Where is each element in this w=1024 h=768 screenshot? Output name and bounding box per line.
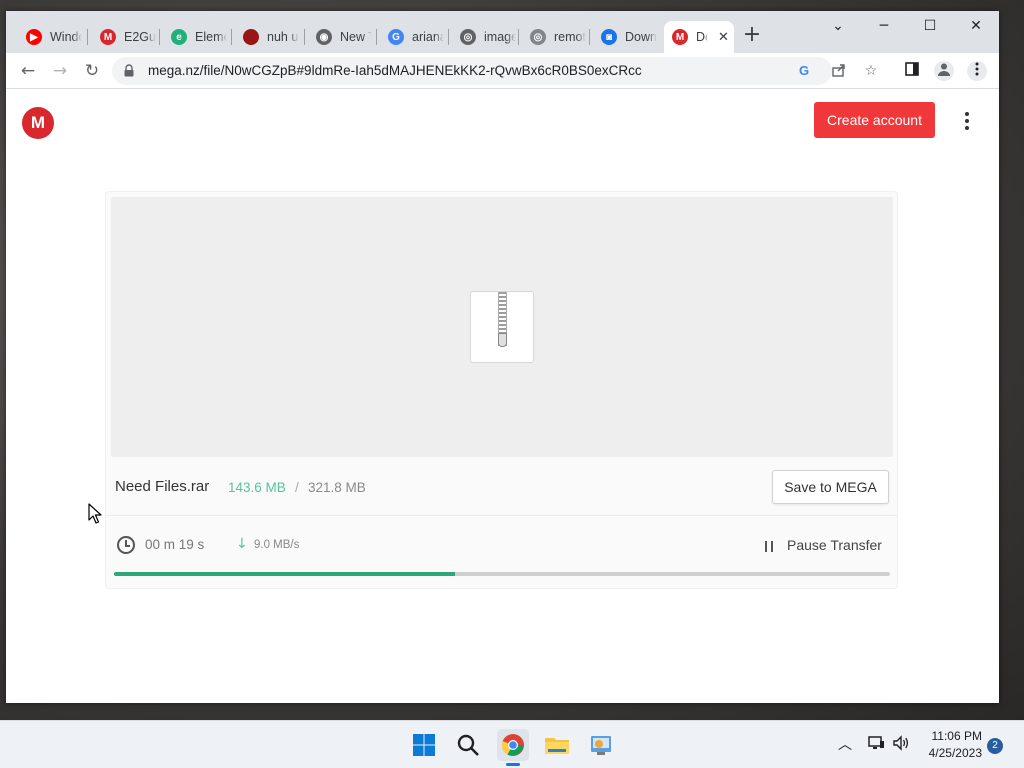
zip-file-icon [470, 291, 534, 363]
active-app-indicator [506, 763, 520, 766]
tab-title: Download [625, 30, 657, 44]
tab-title: remote [554, 30, 586, 44]
svg-text:G: G [799, 63, 809, 78]
globe-icon: ◎ [460, 29, 476, 45]
browser-tab[interactable]: ◎ remote [522, 21, 590, 53]
more-options-icon[interactable] [956, 109, 978, 133]
file-name: Need Files.rar [115, 478, 210, 495]
minimize-button[interactable]: ─ [861, 15, 907, 39]
tab-separator [376, 29, 377, 45]
tab-separator [87, 29, 88, 45]
progress-bar [114, 572, 890, 576]
clock-date[interactable]: 4/25/2023 [918, 746, 982, 760]
download-site-icon: ◙ [601, 29, 617, 45]
tab-title: New Tab [340, 30, 372, 44]
back-button[interactable]: ← [16, 59, 40, 83]
google-icon: G [388, 29, 404, 45]
tab-separator [159, 29, 160, 45]
mega-page: M Create account Need Files.rar 143.6 MB… [6, 90, 999, 703]
youtube-icon: ▶ [26, 29, 42, 45]
save-to-mega-button[interactable]: Save to MEGA [772, 470, 889, 504]
close-window-button[interactable]: ✕ [953, 15, 999, 39]
transfer-speed: 9.0 MB/s [254, 539, 300, 551]
downloaded-size: 143.6 MB [228, 480, 286, 495]
address-bar[interactable]: mega.nz/file/N0wCGZpB#9ldmRe-Iah5dMAJHEN… [112, 57, 877, 85]
tab-separator [304, 29, 305, 45]
download-arrow-icon: ↓ [236, 536, 248, 552]
browser-tab[interactable]: ◙ Download [593, 21, 661, 53]
side-panel-icon[interactable] [902, 61, 922, 81]
maximize-button[interactable]: ☐ [907, 15, 953, 39]
tab-separator [231, 29, 232, 45]
taskbar: ︿ 11:06 PM 4/25/2023 2 [0, 720, 1024, 768]
zipper-pull-icon [498, 333, 507, 347]
bookmark-star-icon[interactable]: ☆ [862, 62, 880, 80]
mouse-cursor-icon [88, 503, 102, 524]
browser-tab[interactable]: M Download ✕ [664, 21, 734, 53]
close-tab-icon[interactable]: ✕ [718, 30, 729, 45]
tab-title: Elementor [195, 30, 227, 44]
red-circle-icon [243, 29, 259, 45]
browser-tab[interactable]: M E2Guardian [92, 21, 160, 53]
browser-window: M Download ✕ ◙ Download ◎ remote ◎ images Gariana… [6, 11, 999, 703]
google-translate-icon[interactable]: G [796, 62, 814, 80]
reload-button[interactable]: ↻ [80, 59, 104, 83]
mega-logo[interactable]: M [22, 107, 54, 139]
network-icon[interactable] [866, 735, 886, 755]
time-remaining: 00 m 19 s [145, 537, 205, 552]
browser-tab[interactable]: ◉ New Tab [308, 21, 377, 53]
file-preview [111, 197, 893, 457]
total-size: 321.8 MB [308, 480, 366, 495]
tab-search-button[interactable]: ⌄ [815, 15, 861, 39]
control-panel-icon[interactable] [585, 729, 617, 761]
pause-transfer-button[interactable]: Pause Transfer [787, 537, 882, 553]
tab-title: nuh uh [267, 30, 299, 44]
browser-tab[interactable]: Gariana [380, 21, 449, 53]
browser-tab[interactable]: ▶ Windows [18, 21, 88, 53]
forward-button[interactable]: → [48, 59, 72, 83]
tab-separator [518, 29, 519, 45]
tab-title: E2Guardian [124, 30, 156, 44]
size-separator: / [295, 480, 299, 495]
download-card: Need Files.rar 143.6 MB / 321.8 MB Save … [105, 191, 898, 589]
mega-icon: M [100, 29, 116, 45]
mega-icon: M [672, 29, 688, 45]
share-icon[interactable] [830, 62, 848, 80]
tab-separator [448, 29, 449, 45]
create-account-button[interactable]: Create account [814, 102, 935, 138]
lock-icon[interactable] [124, 64, 134, 77]
tab-title: images [484, 30, 516, 44]
globe-icon: ◎ [530, 29, 546, 45]
chrome-menu-icon[interactable] [967, 61, 987, 81]
browser-tab[interactable]: e Elementor [163, 21, 232, 53]
notification-badge[interactable]: 2 [987, 738, 1003, 754]
tab-title: Windows [50, 30, 82, 44]
clock-time[interactable]: 11:06 PM [918, 729, 982, 743]
browser-tab[interactable]: nuh uh [235, 21, 305, 53]
chrome-icon: ◉ [316, 29, 332, 45]
browser-toolbar: ← → ↻ mega.nz/file/N0wCGZpB#9ldmRe-Iah5d… [6, 53, 999, 89]
pause-icon[interactable] [765, 541, 773, 552]
search-icon[interactable] [452, 729, 484, 761]
file-explorer-icon[interactable] [541, 729, 573, 761]
tab-title: ariana [412, 30, 444, 44]
tab-title: Download [696, 30, 708, 44]
file-info-row: Need Files.rar 143.6 MB / 321.8 MB Save … [106, 460, 897, 516]
url-text[interactable]: mega.nz/file/N0wCGZpB#9ldmRe-Iah5dMAJHEN… [148, 63, 642, 78]
volume-icon[interactable] [891, 735, 911, 755]
show-hidden-icons-icon[interactable]: ︿ [835, 735, 855, 755]
browser-tab[interactable]: ◎ images [452, 21, 519, 53]
tab-separator [589, 29, 590, 45]
profile-icon[interactable] [934, 61, 954, 81]
transfer-stats-row: 00 m 19 s ↓ 9.0 MB/s Pause Transfer [106, 518, 897, 570]
windows-start-icon[interactable] [408, 729, 440, 761]
chrome-taskbar-icon[interactable] [497, 729, 529, 761]
progress-bar-fill [114, 572, 456, 576]
clock-icon [117, 536, 135, 554]
elementor-icon: e [171, 29, 187, 45]
new-tab-button[interactable]: + [742, 24, 762, 48]
tab-strip: M Download ✕ ◙ Download ◎ remote ◎ images Gariana… [6, 11, 999, 53]
